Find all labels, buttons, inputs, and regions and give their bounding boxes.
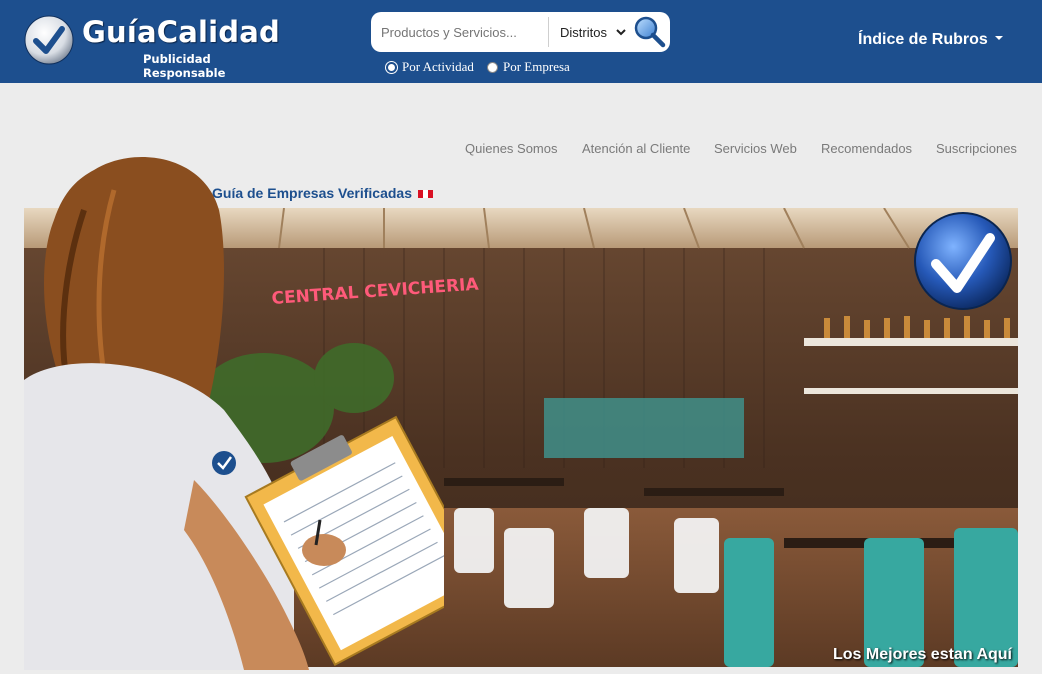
nav-suscripciones[interactable]: Suscripciones: [936, 141, 1017, 156]
search-divider: [548, 17, 549, 47]
brand-subtitle: Publicidad Responsable: [143, 52, 226, 80]
brand-title: GuíaCalidad: [82, 15, 280, 49]
search-input[interactable]: [374, 16, 546, 48]
inspector-woman-image: [24, 157, 444, 670]
radio-label: Por Empresa: [503, 59, 570, 74]
caret-down-icon: [994, 36, 1003, 40]
district-select[interactable]: Distritos: [552, 19, 629, 45]
radio-por-actividad[interactable]: Por Actividad: [386, 59, 474, 75]
nav-quienes-somos[interactable]: Quienes Somos: [465, 141, 558, 156]
radio-button-checked[interactable]: [386, 62, 397, 73]
radio-por-empresa[interactable]: Por Empresa: [487, 59, 570, 75]
nav-servicios-web[interactable]: Servicios Web: [714, 141, 797, 156]
site-logo[interactable]: GuíaCalidad Publicidad Responsable: [22, 14, 292, 80]
radio-label: Por Actividad: [402, 59, 474, 74]
checkmark-logo-icon: [24, 15, 74, 65]
index-label: Índice de Rubros: [858, 31, 988, 48]
magnifier-icon[interactable]: [631, 14, 667, 50]
search-bar: Distritos: [371, 12, 670, 52]
nav-recomendados[interactable]: Recomendados: [821, 141, 912, 156]
index-dropdown[interactable]: Índice de Rubros: [858, 31, 1003, 49]
nav-atencion-cliente[interactable]: Atención al Cliente: [582, 141, 690, 156]
checkmark-badge-icon: [914, 212, 1012, 310]
radio-button[interactable]: [487, 62, 498, 73]
banner-caption: Los Mejores estan Aquí: [833, 646, 1012, 663]
site-header: GuíaCalidad Publicidad Responsable Distr…: [0, 0, 1042, 83]
